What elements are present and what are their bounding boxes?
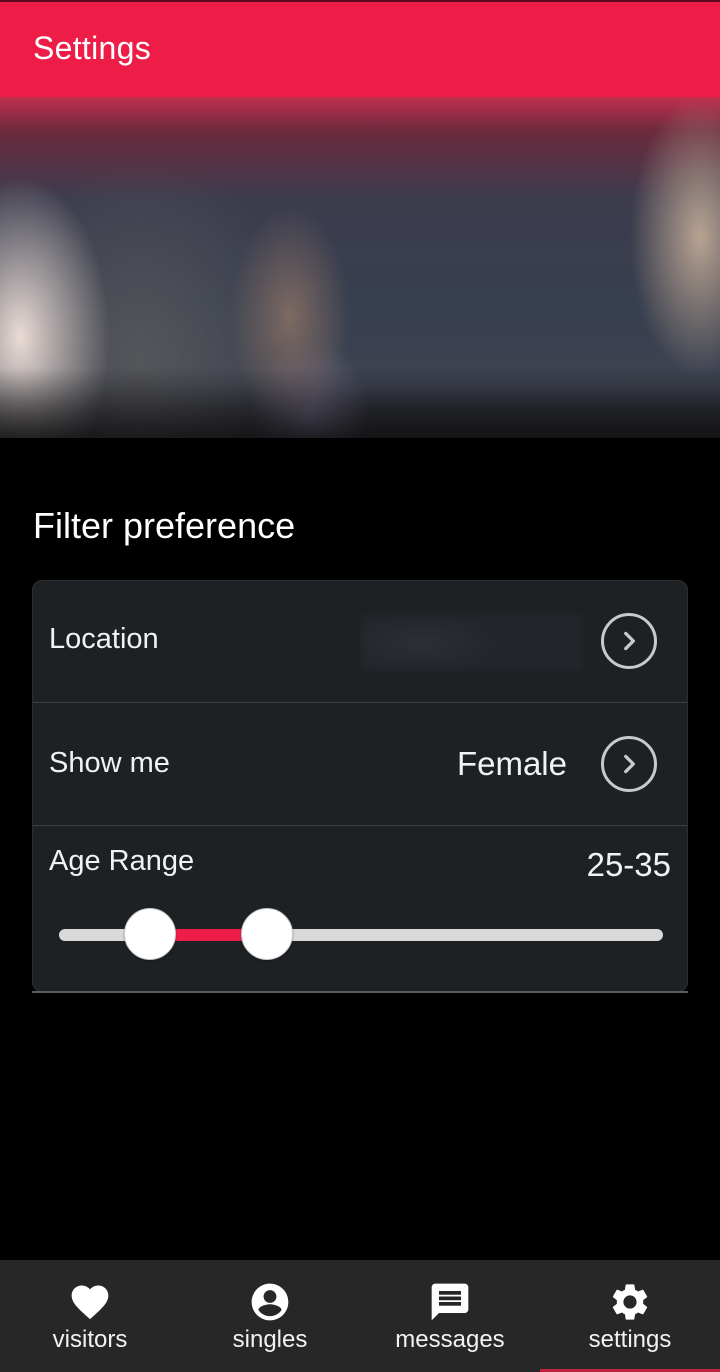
gear-icon <box>608 1280 652 1324</box>
age-range-value: 25-35 <box>586 846 671 883</box>
profile-banner-image <box>0 97 720 438</box>
age-range-row: Age Range 25-35 <box>33 826 687 992</box>
page-title: Settings <box>33 30 152 66</box>
filter-preference-heading: Filter preference <box>33 505 296 546</box>
show-me-row[interactable]: Show me Female <box>33 703 687 826</box>
nav-label-messages: messages <box>395 1326 505 1353</box>
nav-label-singles: singles <box>232 1326 308 1353</box>
show-me-label: Show me <box>49 747 170 779</box>
location-label: Location <box>49 623 159 655</box>
show-me-value: Female <box>456 745 567 782</box>
banner-fade <box>0 368 720 438</box>
bottom-navigation: visitors singles messages settings <box>0 1260 720 1372</box>
card-divider <box>32 991 688 993</box>
heart-icon <box>68 1280 112 1324</box>
filter-card: Location Show me Female Age Range 25-35 <box>32 580 688 992</box>
nav-label-settings: settings <box>588 1326 672 1353</box>
age-max-thumb[interactable] <box>241 908 294 960</box>
location-row[interactable]: Location <box>33 581 687 703</box>
nav-item-settings[interactable]: settings <box>540 1260 720 1372</box>
nav-item-messages[interactable]: messages <box>360 1260 540 1372</box>
chevron-right-circle-icon[interactable] <box>601 736 657 792</box>
message-icon <box>428 1280 472 1324</box>
app-bar: Settings <box>0 0 720 97</box>
account-circle-icon <box>248 1280 292 1324</box>
age-min-thumb[interactable] <box>123 908 176 960</box>
age-range-label: Age Range <box>49 845 195 877</box>
chevron-right-circle-icon[interactable] <box>601 613 657 669</box>
age-range-slider[interactable] <box>59 908 663 960</box>
nav-label-visitors: visitors <box>52 1326 128 1353</box>
nav-item-visitors[interactable]: visitors <box>0 1260 180 1372</box>
nav-item-singles[interactable]: singles <box>180 1260 360 1372</box>
location-value-redacted <box>361 615 583 671</box>
